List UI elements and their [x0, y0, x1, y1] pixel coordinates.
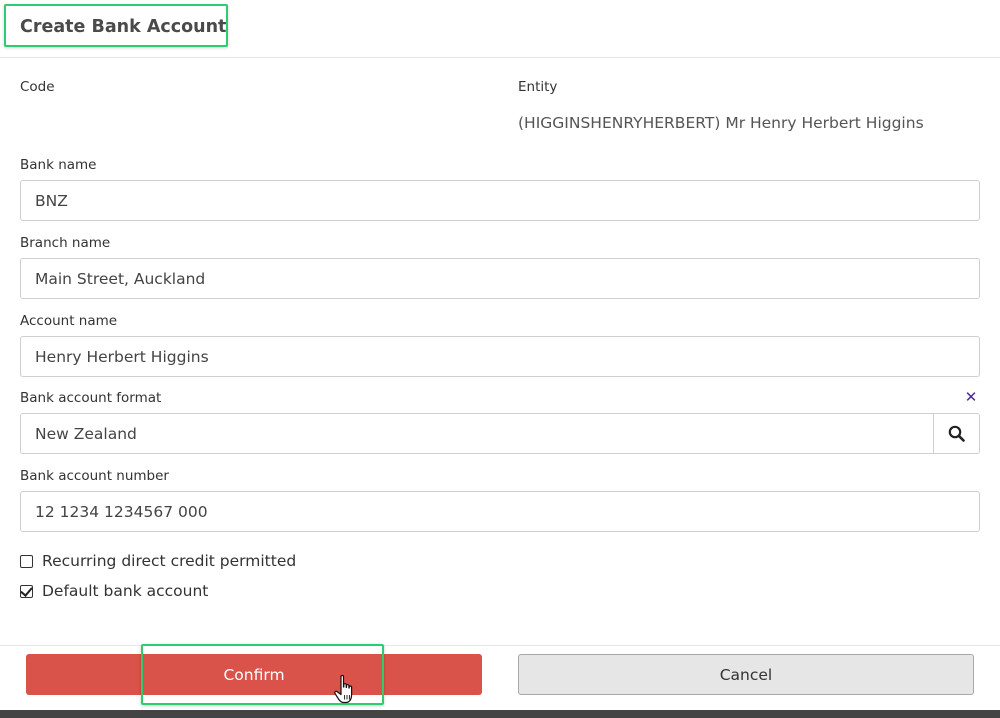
search-icon [948, 425, 965, 442]
account-name-input[interactable] [20, 336, 980, 377]
recurring-direct-credit-label: Recurring direct credit permitted [42, 552, 297, 570]
recurring-direct-credit-checkbox[interactable] [20, 554, 33, 568]
account-name-label: Account name [20, 313, 118, 329]
code-label: Code [20, 79, 55, 95]
entity-label: Entity [518, 79, 558, 95]
branch-name-label: Branch name [20, 235, 111, 251]
default-bank-account-checkbox[interactable] [20, 584, 33, 598]
bank-name-input[interactable] [20, 180, 980, 221]
bank-name-label: Bank name [20, 157, 97, 173]
branch-name-input[interactable] [20, 258, 980, 299]
default-bank-account-label: Default bank account [42, 582, 209, 600]
bank-account-number-label: Bank account number [20, 468, 169, 484]
dialog-header: Create Bank Account [0, 0, 1000, 58]
confirm-button[interactable]: Confirm [26, 654, 482, 695]
bottom-edge-bar [0, 710, 1000, 718]
bank-account-number-input[interactable] [20, 491, 980, 532]
entity-value: (HIGGINSHENRYHERBERT) Mr Henry Herbert H… [518, 114, 924, 132]
recurring-direct-credit-option[interactable]: Recurring direct credit permitted [20, 552, 296, 570]
bank-account-format-label: Bank account format [20, 390, 162, 406]
dialog-title: Create Bank Account [20, 17, 227, 37]
close-icon[interactable]: ✕ [964, 389, 978, 405]
default-bank-account-option[interactable]: Default bank account [20, 582, 208, 600]
cancel-button[interactable]: Cancel [518, 654, 974, 695]
bank-account-format-input[interactable] [20, 413, 934, 454]
footer-divider [0, 645, 1000, 646]
format-search-button[interactable] [933, 413, 980, 454]
